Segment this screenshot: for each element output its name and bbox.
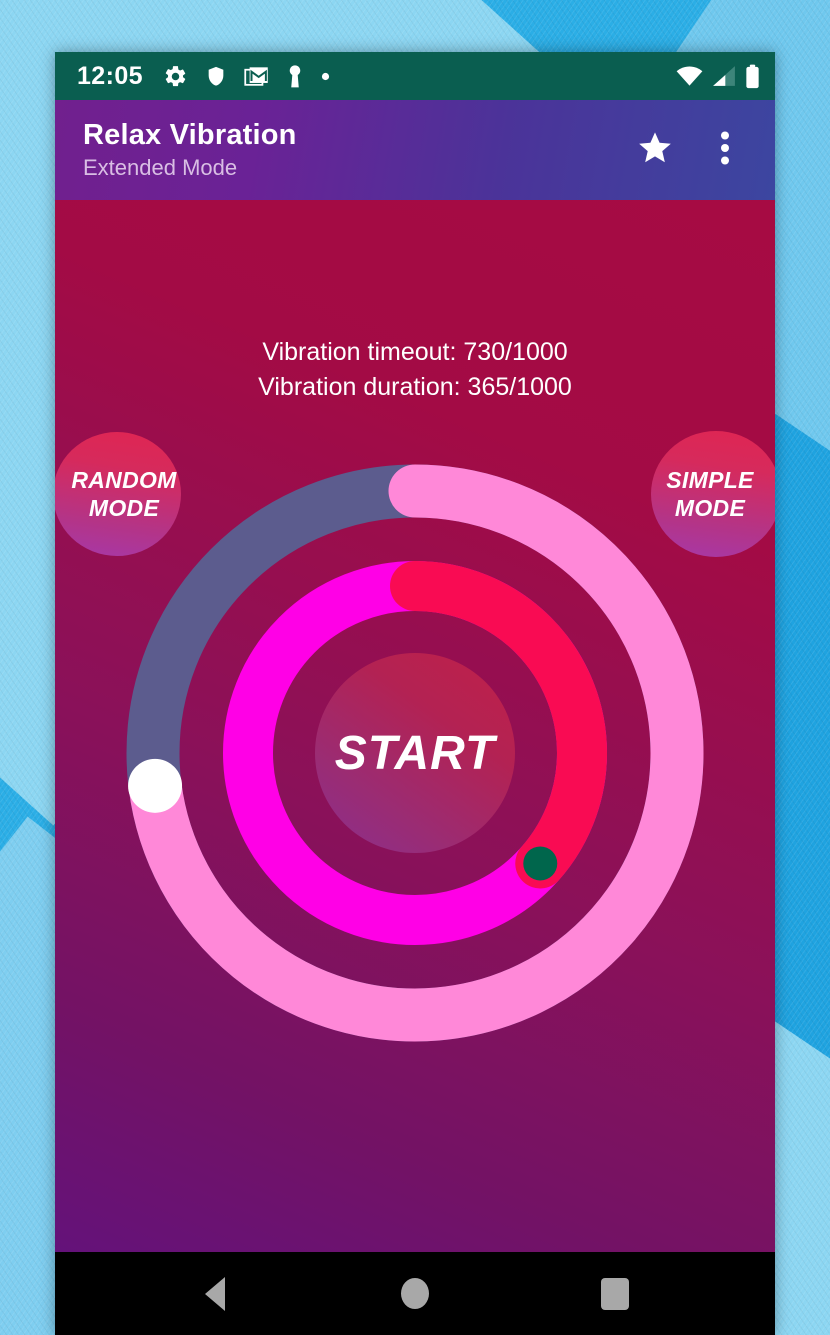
outer-dial-thumb[interactable] [128,758,183,813]
favorite-button[interactable] [633,128,677,172]
recents-square-icon [601,1277,629,1310]
home-circle-icon [401,1278,429,1309]
desktop-wallpaper: 12:05 Relax Vibration Extended Mode RAND… [0,0,830,1335]
gear-icon [163,64,188,89]
dot-icon [321,72,330,81]
star-icon [636,129,674,172]
home-button[interactable] [380,1264,450,1324]
inner-dial-thumb[interactable] [523,846,558,881]
phone-screen: 12:05 Relax Vibration Extended Mode RAND… [55,52,775,1335]
main-content: RANDOM MODE SIMPLE MODE Vibration timeou… [55,200,775,1252]
cellular-signal-icon [712,65,736,87]
page-subtitle: Extended Mode [83,154,238,180]
recents-button[interactable] [580,1264,650,1324]
status-bar: 12:05 [55,52,775,100]
battery-icon [745,64,760,89]
vibration-readout: Vibration timeout: 730/1000 Vibration du… [55,335,775,404]
vibration-timeout-text: Vibration timeout: 730/1000 [262,338,568,366]
start-button-label: START [334,726,496,780]
status-bar-clock: 12:05 [77,61,143,90]
navigation-bar [55,1252,775,1335]
app-bar: Relax Vibration Extended Mode [55,100,775,200]
key-icon [286,64,304,89]
dial-area: START [120,458,710,1048]
shield-icon [205,64,227,89]
back-triangle-icon [205,1276,225,1311]
wifi-icon [676,65,703,87]
vibration-duration-text: Vibration duration: 365/1000 [258,372,572,401]
more-vert-icon [721,131,729,170]
back-button[interactable] [180,1264,250,1324]
page-title: Relax Vibration [83,118,297,151]
overflow-menu-button[interactable] [703,128,747,172]
gmail-icon [244,64,269,89]
start-button[interactable]: START [315,653,515,853]
